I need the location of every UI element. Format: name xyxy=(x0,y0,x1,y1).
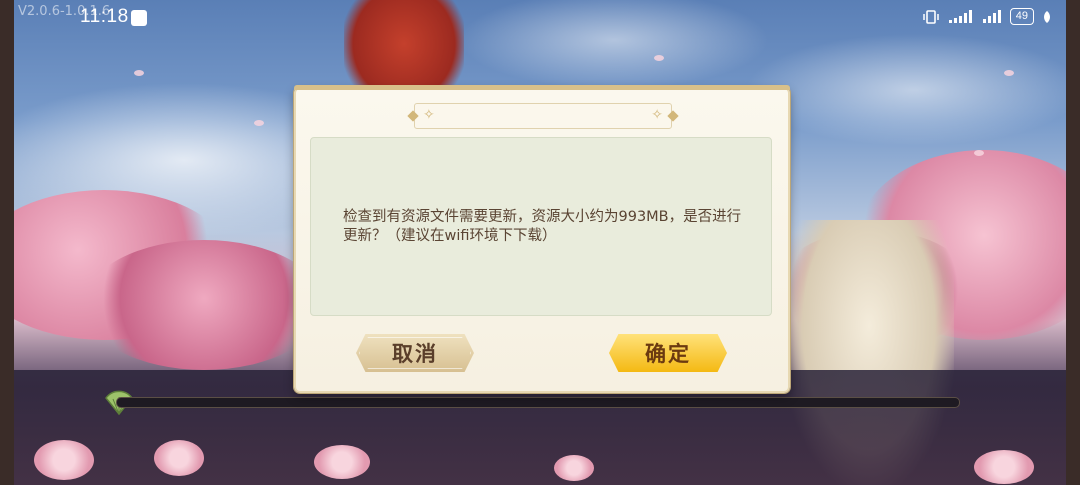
cherry-tree-left-lower xyxy=(84,240,324,370)
dialog-title-bar: ✧ ✧ xyxy=(414,103,672,129)
confirm-button[interactable]: 确定 xyxy=(609,334,727,372)
cancel-button-label: 取消 xyxy=(392,342,438,366)
message-panel: 检查到有资源文件需要更新，资源大小约为993MB，是否进行更新？（建议在wifi… xyxy=(310,137,772,316)
loading-progress-bar xyxy=(116,397,960,408)
signal-icon xyxy=(948,9,972,23)
flower xyxy=(554,455,594,481)
petal xyxy=(1004,70,1014,76)
sparkle-icon: ✧ xyxy=(651,107,663,123)
qq-notification-icon xyxy=(131,10,147,26)
flower xyxy=(154,440,204,476)
update-message: 检查到有资源文件需要更新，资源大小约为993MB，是否进行更新？（建议在wifi… xyxy=(343,208,742,244)
petal xyxy=(974,150,984,156)
status-bar: 11:18 49 xyxy=(0,0,1080,34)
flower xyxy=(314,445,370,479)
clock: 11:18 xyxy=(80,6,129,27)
status-icons: 49 xyxy=(922,8,1052,25)
signal-icon-2 xyxy=(982,9,1001,23)
confirm-button-label: 确定 xyxy=(645,342,691,366)
update-dialog: ✧ ✧ 检查到有资源文件需要更新，资源大小约为993MB，是否进行更新？（建议在… xyxy=(294,85,790,393)
flower xyxy=(974,450,1034,484)
petal xyxy=(654,55,664,61)
petal xyxy=(254,120,264,126)
petal xyxy=(134,70,144,76)
battery-icon: 49 xyxy=(1009,8,1034,25)
flower xyxy=(34,440,94,480)
vibrate-icon xyxy=(923,9,939,24)
sparkle-icon: ✧ xyxy=(423,107,435,123)
leaf-icon xyxy=(1044,10,1050,23)
cancel-button[interactable]: 取消 xyxy=(356,334,474,372)
